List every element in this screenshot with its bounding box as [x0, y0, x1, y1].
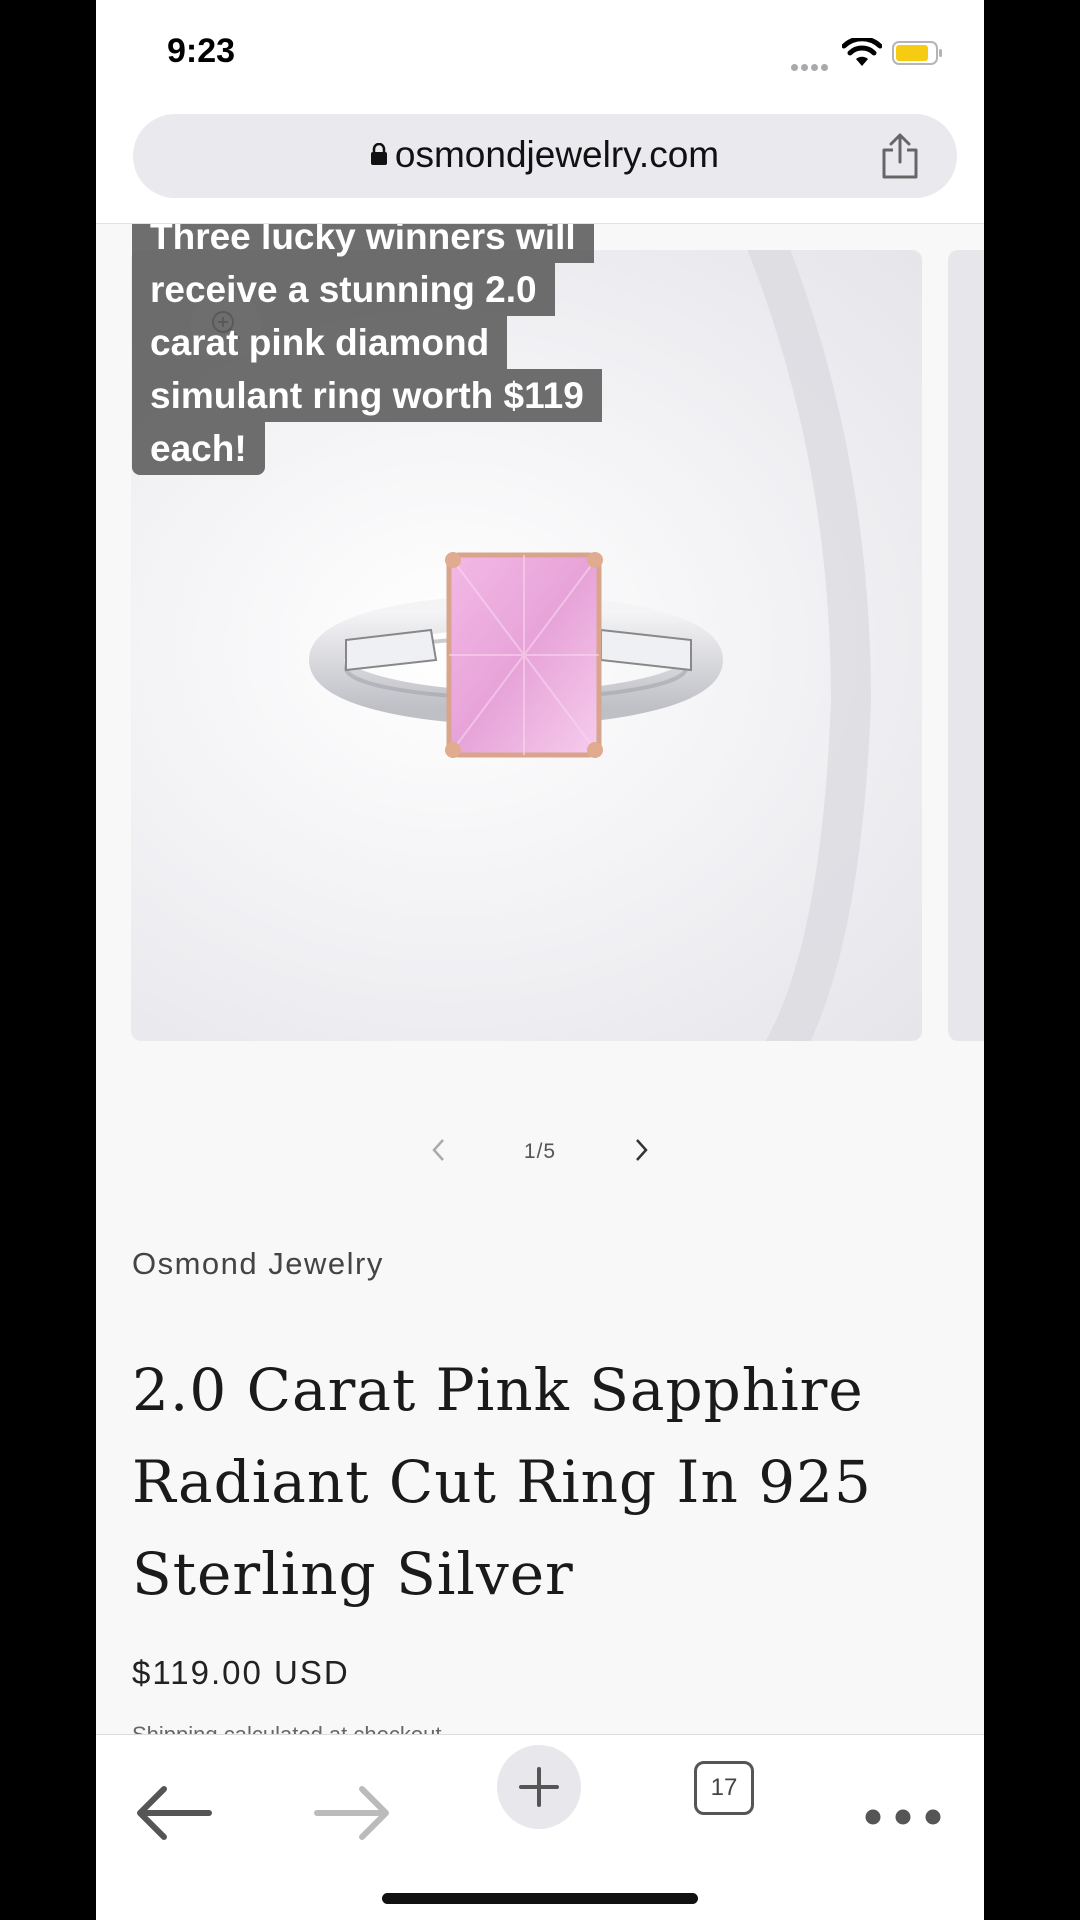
url-display[interactable]: osmondjewelry.com: [133, 134, 957, 176]
cellular-signal-icon: [791, 58, 831, 76]
plus-icon: [519, 1767, 559, 1807]
caption-line: each!: [132, 422, 265, 475]
phone-screen: 9:23 osmondjewelry.com Three lucky winne…: [96, 0, 984, 1920]
page-content[interactable]: Three lucky winners will receive a stunn…: [96, 224, 984, 1734]
arrow-left-icon[interactable]: [128, 1763, 218, 1863]
caption-line: Three lucky winners will: [132, 224, 594, 263]
product-vendor: Osmond Jewelry: [132, 1246, 384, 1281]
arrow-right-icon[interactable]: [308, 1763, 398, 1863]
status-bar: 9:23: [96, 0, 984, 110]
status-time: 9:23: [167, 32, 236, 70]
gallery-counter: 1/5: [523, 1140, 557, 1163]
caption-line: receive a stunning 2.0: [132, 263, 555, 316]
product-price: $119.00 USD: [132, 1654, 350, 1691]
new-tab-button[interactable]: [497, 1745, 581, 1829]
product-title: 2.0 Carat Pink Sapphire Radiant Cut Ring…: [132, 1356, 872, 1608]
video-caption-overlay: Three lucky winners will receive a stunn…: [132, 224, 662, 475]
url-text: osmondjewelry.com: [394, 134, 720, 175]
caption-line: carat pink diamond: [132, 316, 508, 369]
url-bar[interactable]: osmondjewelry.com: [133, 114, 957, 198]
caption-line: simulant ring worth $119: [132, 369, 602, 422]
home-indicator: [382, 1893, 698, 1904]
wifi-icon: [842, 38, 882, 66]
lock-icon: [370, 143, 387, 166]
ellipsis-icon[interactable]: [858, 1767, 948, 1867]
browser-toolbar: 17: [96, 1734, 984, 1920]
next-image-peek[interactable]: [948, 250, 984, 1041]
shipping-note: Shipping calculated at checkout.: [132, 1722, 448, 1734]
battery-icon: [892, 41, 942, 65]
chevron-right-icon[interactable]: [630, 1130, 654, 1170]
address-area: osmondjewelry.com: [96, 110, 984, 224]
share-icon[interactable]: [879, 132, 921, 180]
tabs-button[interactable]: 17: [694, 1761, 754, 1815]
